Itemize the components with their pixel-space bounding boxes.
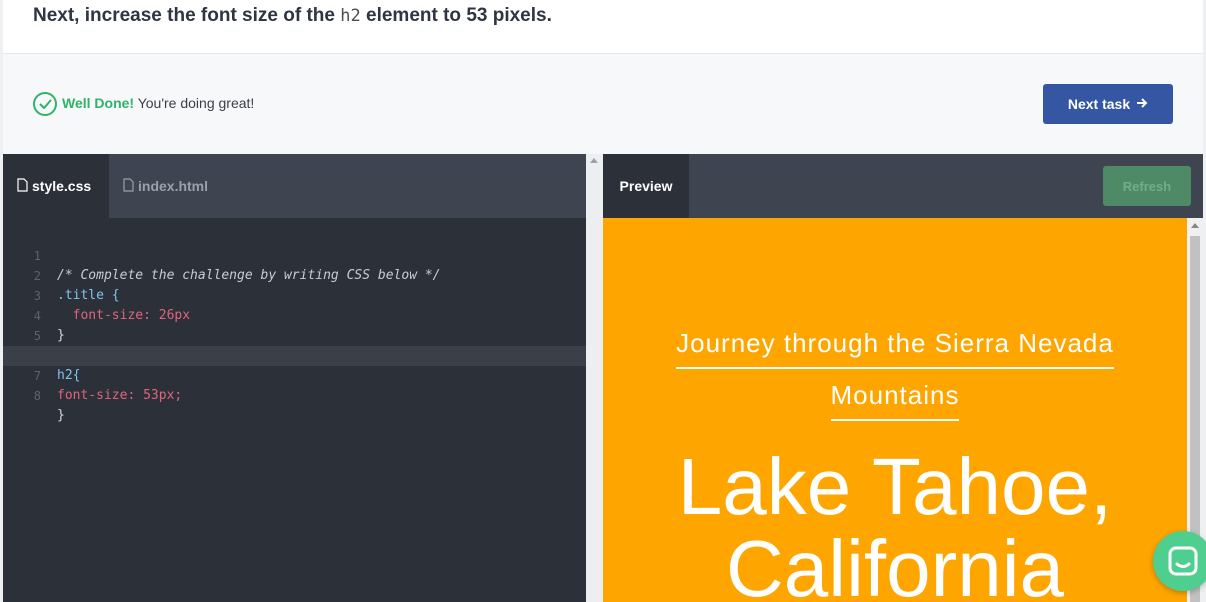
preview-title-line-1: Journey through the Sierra Nevada <box>603 328 1187 369</box>
scroll-up-arrow-icon[interactable] <box>1191 223 1199 228</box>
feedback-strong: Well Done! <box>62 95 135 111</box>
preview-h2-line: California <box>726 524 1064 602</box>
pane-divider[interactable] <box>586 154 603 602</box>
preview-title-text: Journey through the Sierra Nevada <box>676 328 1114 369</box>
code-line: 8 } <box>3 366 586 423</box>
tab-label: style.css <box>32 178 92 194</box>
code-line: 3 font-size: 26px <box>3 266 586 323</box>
tab-label: index.html <box>138 178 209 194</box>
code-line: 4 } <box>3 286 586 343</box>
line-number: 8 <box>33 389 41 403</box>
task-text-suffix: element to 53 pixels. <box>366 5 552 26</box>
file-icon <box>17 177 28 195</box>
tab-style-css[interactable]: style.css <box>3 154 109 218</box>
task-text-prefix: Next, increase the font size of the <box>33 5 335 26</box>
next-task-label: Next task <box>1067 96 1131 112</box>
file-icon <box>123 177 134 195</box>
code-line: 6 h2{ <box>3 326 586 383</box>
task-header: Next, increase the font size of the h2 e… <box>3 0 1203 54</box>
code-declaration: font-size: 53px; <box>57 388 183 403</box>
feedback-text: You're doing great! <box>137 95 255 111</box>
feedback-message: Well Done! You're doing great! <box>62 95 254 111</box>
preview-toolbar: Preview Refresh <box>603 154 1203 218</box>
preview-h2-line: Lake Tahoe, <box>677 442 1113 531</box>
preview-title-line-2: Mountains <box>603 380 1187 421</box>
preview-h2: Lake Tahoe, California <box>603 446 1187 602</box>
code-line-active: 7 font-size: 53px; <box>3 346 586 403</box>
code-line: 5 <box>3 306 586 343</box>
chat-launcher-button[interactable] <box>1153 531 1206 591</box>
preview-title-text: Mountains <box>830 380 960 421</box>
code-brace: } <box>57 408 65 423</box>
task-code: h2 <box>340 6 361 26</box>
tab-index-html[interactable]: index.html <box>109 154 249 218</box>
code-area[interactable]: 1 /* Complete the challenge by writing C… <box>3 226 586 423</box>
refresh-button[interactable]: Refresh <box>1103 166 1191 206</box>
next-task-button[interactable]: Next task <box>1043 84 1173 124</box>
arrow-right-icon <box>1136 96 1148 112</box>
editor-tab-bar: style.css index.html <box>3 154 586 218</box>
code-line: 2 .title { <box>3 246 586 303</box>
preview-page: Journey through the Sierra Nevada Mounta… <box>603 218 1203 602</box>
code-editor[interactable]: style.css index.html 1 /* Complete the c… <box>3 154 586 602</box>
code-line: 1 /* Complete the challenge by writing C… <box>3 226 586 283</box>
collapse-arrow-icon[interactable] <box>590 158 598 163</box>
task-instruction: Next, increase the font size of the h2 e… <box>33 5 552 27</box>
check-circle-icon <box>33 92 57 116</box>
preview-pane: Preview Refresh Journey through the Sier… <box>603 154 1203 602</box>
tab-preview[interactable]: Preview <box>603 154 689 218</box>
feedback-bar: Well Done! You're doing great! Next task <box>3 55 1203 154</box>
app-frame: Next, increase the font size of the h2 e… <box>3 0 1203 602</box>
